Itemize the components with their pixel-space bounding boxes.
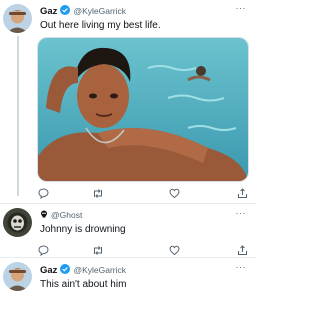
share-icon[interactable] <box>237 186 248 204</box>
tweet-header: Gaz @KyleGarrick <box>40 264 126 276</box>
more-options-icon[interactable]: ··· <box>236 262 247 272</box>
display-name[interactable]: Gaz <box>40 6 57 17</box>
tweet-text: Out here living my best life. <box>40 20 161 31</box>
retweet-icon[interactable] <box>92 186 104 204</box>
tweet-header: Gaz @KyleGarrick <box>40 5 126 17</box>
skull-emoji-icon <box>40 210 48 220</box>
display-name[interactable]: Gaz <box>40 265 57 276</box>
avatar-gaz[interactable] <box>3 4 32 33</box>
tweet-text: Johnny is drowning <box>40 224 126 235</box>
handle[interactable]: @KyleGarrick <box>73 265 126 275</box>
more-options-icon[interactable]: ··· <box>236 3 247 13</box>
tweet-3[interactable]: Gaz @KyleGarrick ··· This ain't about hi… <box>0 258 256 315</box>
tweet-2[interactable]: @Ghost ··· Johnny is drowning <box>0 204 256 257</box>
comment-icon[interactable] <box>38 186 49 204</box>
handle[interactable]: @Ghost <box>51 210 82 220</box>
tweet-1[interactable]: Gaz @KyleGarrick ··· Out here living my … <box>0 0 256 205</box>
tweet-text: This ain't about him <box>40 279 127 290</box>
verified-badge-icon <box>60 264 71 276</box>
handle[interactable]: @KyleGarrick <box>73 6 126 16</box>
avatar-ghost[interactable] <box>3 208 32 237</box>
tweet-actions <box>33 243 248 257</box>
verified-badge-icon <box>60 5 71 17</box>
tweet-header: @Ghost <box>40 210 82 220</box>
avatar-gaz[interactable] <box>3 262 32 291</box>
tweet-actions <box>33 186 248 200</box>
like-icon[interactable] <box>169 186 180 204</box>
more-options-icon[interactable]: ··· <box>236 208 247 218</box>
tweet-image[interactable] <box>37 37 249 182</box>
